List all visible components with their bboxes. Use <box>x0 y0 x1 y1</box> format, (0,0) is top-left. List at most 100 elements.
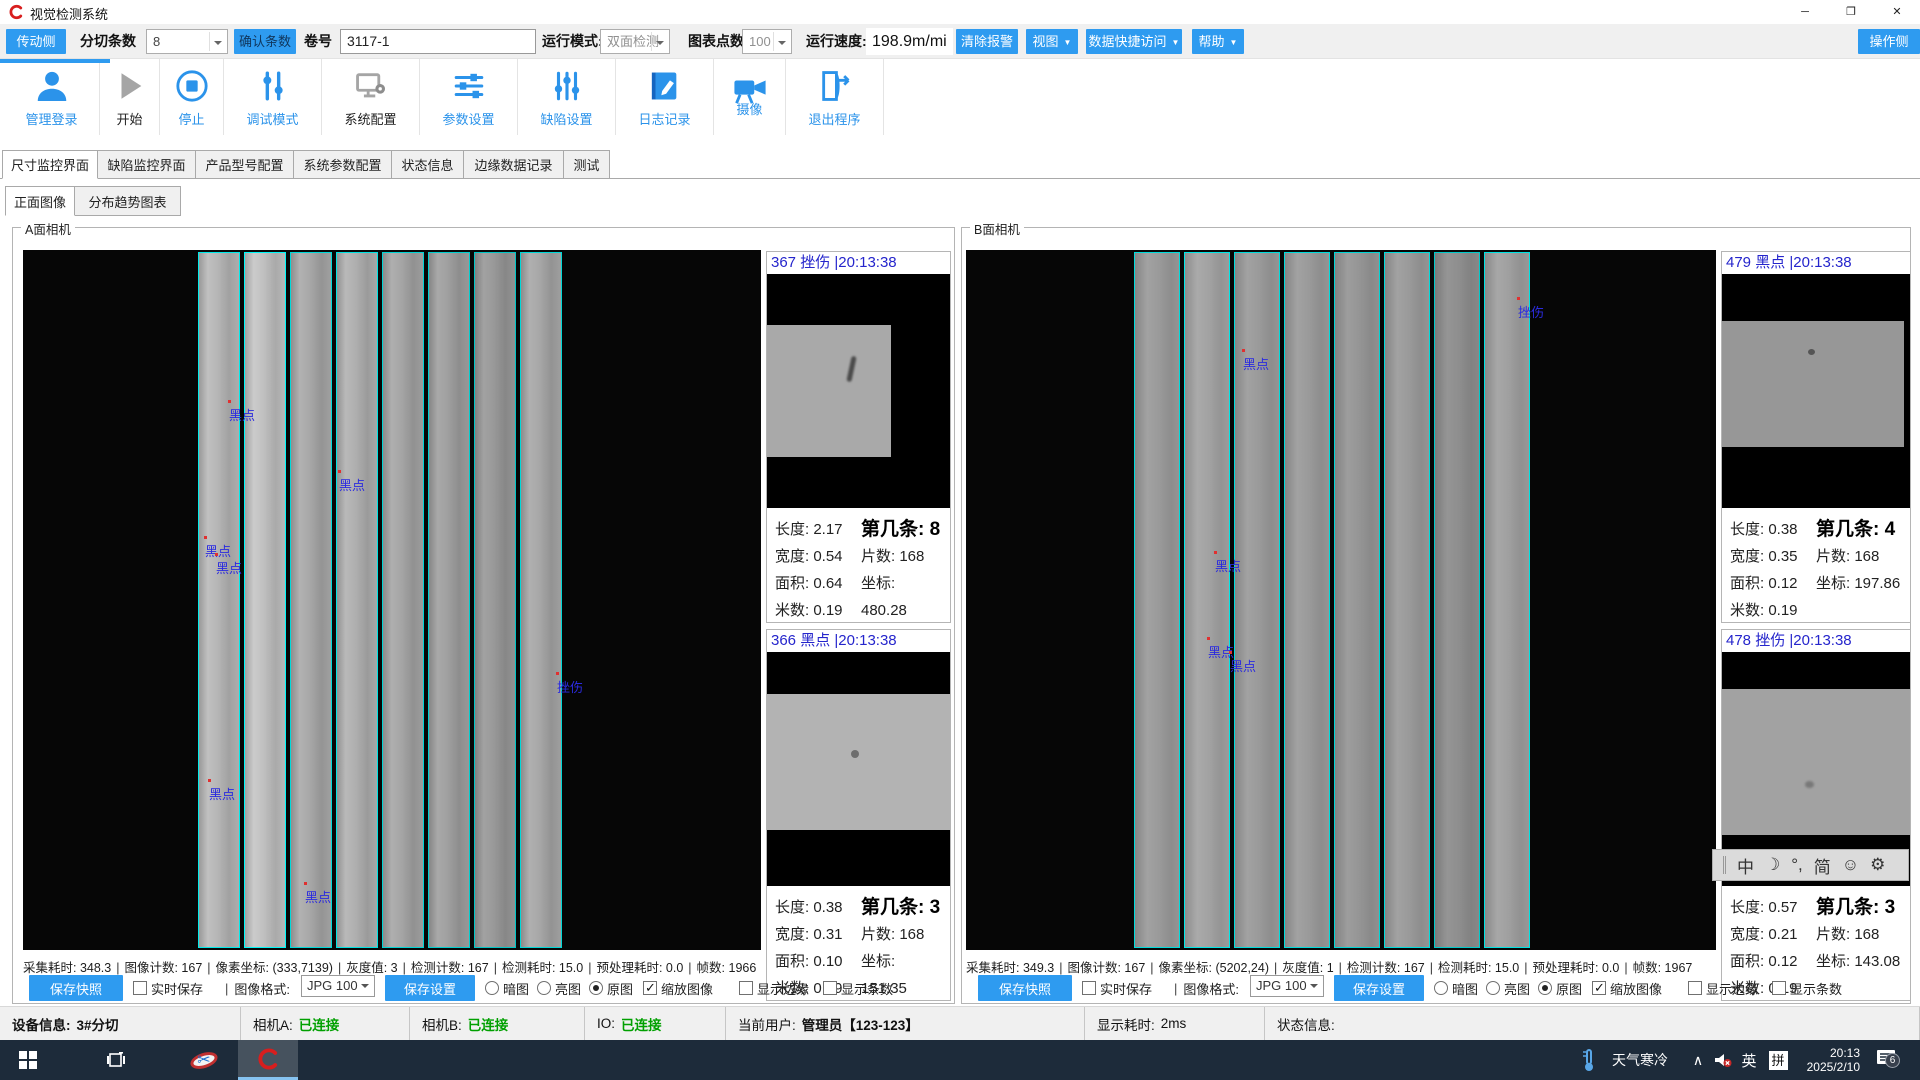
defect-field: 宽度: 0.31 <box>775 926 843 943</box>
thermometer-icon[interactable] <box>1572 1040 1606 1080</box>
transmission-side-button[interactable]: 传动侧 <box>6 29 66 54</box>
stop-icon <box>175 66 209 106</box>
defect-thumbnail[interactable] <box>767 652 950 886</box>
clock[interactable]: 20:13 2025/2/10 <box>1790 1040 1860 1080</box>
show-strip-count-checkbox[interactable]: 显示条数 <box>1772 975 1842 1001</box>
defect-field: 长度: 0.38 <box>1730 521 1798 538</box>
run-mode-select[interactable]: 双面检测 <box>600 29 670 54</box>
tab-main-6[interactable]: 测试 <box>564 150 610 179</box>
defect-header: 479 黑点 |20:13:38 <box>1722 252 1910 274</box>
restore-button[interactable]: ❐ <box>1828 0 1874 24</box>
defect-field: 宽度: 0.54 <box>775 548 843 565</box>
data-quick-access-menu-button[interactable]: 数据快捷访问 <box>1086 29 1182 54</box>
camera-image[interactable]: 黑点黑点黑点黑点挫伤黑点黑点 <box>23 250 761 950</box>
tab-main-2[interactable]: 产品型号配置 <box>196 150 294 179</box>
tab-main-5[interactable]: 边缘数据记录 <box>464 150 564 179</box>
save-snapshot-button[interactable]: 保存快照 <box>29 975 123 1001</box>
thumbnail-material-area <box>1722 321 1904 447</box>
original-image-radio[interactable]: 原图 <box>1538 975 1582 1001</box>
app-logo-icon <box>8 4 24 20</box>
tab-sub-1[interactable]: 分布趋势图表 <box>75 186 181 216</box>
vision-app-taskbar-button[interactable] <box>238 1040 298 1080</box>
bright-image-radio[interactable]: 亮图 <box>537 975 581 1001</box>
zoom-image-checkbox[interactable]: 缩放图像 <box>643 975 713 1001</box>
tool-debug-mode[interactable]: 调试模式 <box>224 59 322 135</box>
tool-video-camera[interactable]: 摄像 <box>714 59 786 135</box>
help-menu-button[interactable]: 帮助 <box>1192 29 1244 54</box>
ime-mode-indicator[interactable]: 拼 <box>1766 1040 1790 1080</box>
original-image-radio[interactable]: 原图 <box>589 975 633 1001</box>
ime-chinese-mode[interactable]: 中 <box>1737 853 1754 878</box>
defect-marker-label: 挫伤 <box>1518 302 1544 321</box>
operation-side-button[interactable]: 操作侧 <box>1858 29 1920 54</box>
notification-center-button[interactable]: 6 <box>1868 1040 1904 1080</box>
ime-drag-handle[interactable] <box>1723 856 1726 874</box>
roll-number-input[interactable]: 3117-1 <box>340 29 536 54</box>
camera-status-line: 采集耗时: 348.3图像计数: 167像素坐标: (333,7139)灰度值:… <box>23 957 756 976</box>
save-snapshot-button[interactable]: 保存快照 <box>978 975 1072 1001</box>
input-language-indicator[interactable]: 英 <box>1738 1040 1760 1080</box>
defect-field: 面积: 0.64 <box>775 575 843 592</box>
start-button[interactable] <box>4 1040 52 1080</box>
tool-system-config[interactable]: 系统配置 <box>322 59 420 135</box>
dark-image-radio[interactable]: 暗图 <box>1434 975 1478 1001</box>
tool-user[interactable]: 管理登录 <box>4 59 100 135</box>
minimize-button[interactable]: ─ <box>1782 0 1828 24</box>
tab-main-0[interactable]: 尺寸监控界面 <box>2 150 98 179</box>
realtime-save-checkbox[interactable]: 实时保存 <box>133 975 203 1001</box>
material-strip <box>382 252 424 948</box>
dark-image-radio[interactable]: 暗图 <box>485 975 529 1001</box>
ime-simplified[interactable]: 简 <box>1814 853 1831 878</box>
bright-image-radio[interactable]: 亮图 <box>1486 975 1530 1001</box>
tool-log[interactable]: 日志记录 <box>616 59 714 135</box>
task-view-button[interactable] <box>92 1040 140 1080</box>
show-edge-checkbox[interactable]: 显示边缘 <box>739 975 809 1001</box>
ime-emoji-icon[interactable]: ☺ <box>1842 855 1859 875</box>
defect-thumbnail[interactable] <box>1722 274 1910 508</box>
ime-fullwidth-moon-icon[interactable]: ☽ <box>1765 855 1780 875</box>
tab-main-1[interactable]: 缺陷监控界面 <box>98 150 196 179</box>
close-button[interactable]: ✕ <box>1874 0 1920 24</box>
tool-play[interactable]: 开始 <box>100 59 160 135</box>
show-strip-count-checkbox[interactable]: 显示条数 <box>823 975 893 1001</box>
tool-param-settings[interactable]: 参数设置 <box>420 59 518 135</box>
defect-field: 米数: 0.19 <box>775 602 843 619</box>
chart-points-select[interactable]: 100 <box>742 29 792 54</box>
thumbnail-material-area <box>767 325 891 456</box>
defect-thumbnail[interactable] <box>767 274 950 508</box>
tool-exit[interactable]: 退出程序 <box>786 59 884 135</box>
confirm-count-button[interactable]: 确认条数 <box>234 29 296 54</box>
tab-main-3[interactable]: 系统参数配置 <box>294 150 392 179</box>
tab-sub-0[interactable]: 正面图像 <box>5 186 75 216</box>
snipping-tool-app[interactable]: ✂ <box>178 1040 230 1080</box>
ime-punctuation[interactable]: °, <box>1791 855 1803 875</box>
image-format-select[interactable]: JPG 100 <box>1250 975 1324 997</box>
clear-alarm-button[interactable]: 清除报警 <box>956 29 1018 54</box>
tool-defect-settings[interactable]: 缺陷设置 <box>518 59 616 135</box>
ime-language-bar[interactable]: 中 ☽ °, 简 ☺ ⚙ <box>1712 849 1909 881</box>
defect-field: 米数: 0.19 <box>1730 602 1798 619</box>
tool-label: 管理登录 <box>25 109 77 128</box>
radio-icon <box>1486 981 1500 995</box>
save-settings-button[interactable]: 保存设置 <box>1334 975 1424 1001</box>
roll-number-label: 卷号 <box>304 24 332 59</box>
hidden-icons-chevron[interactable]: ∧ <box>1688 1040 1708 1080</box>
defect-header: 366 黑点 |20:13:38 <box>767 630 950 652</box>
realtime-save-checkbox[interactable]: 实时保存 <box>1082 975 1152 1001</box>
defect-header: 367 挫伤 |20:13:38 <box>767 252 950 274</box>
view-menu-button[interactable]: 视图 <box>1026 29 1078 54</box>
save-settings-button[interactable]: 保存设置 <box>385 975 475 1001</box>
weather-text[interactable]: 天气寒冷 <box>1608 1040 1672 1080</box>
slit-count-select[interactable]: 8 <box>146 29 228 54</box>
camera-image[interactable]: 挫伤黑点黑点黑点黑点 <box>966 250 1716 950</box>
material-strip <box>198 252 240 948</box>
zoom-image-checkbox[interactable]: 缩放图像 <box>1592 975 1662 1001</box>
show-edge-checkbox[interactable]: 显示边缘 <box>1688 975 1758 1001</box>
material-strip <box>244 252 286 948</box>
image-format-select[interactable]: JPG 100 <box>301 975 375 997</box>
tool-stop[interactable]: 停止 <box>160 59 224 135</box>
ime-settings-gear-icon[interactable]: ⚙ <box>1870 855 1885 875</box>
defect-field: 长度: 2.17 <box>775 521 843 538</box>
volume-muted-icon[interactable] <box>1710 1040 1736 1080</box>
tab-main-4[interactable]: 状态信息 <box>392 150 464 179</box>
